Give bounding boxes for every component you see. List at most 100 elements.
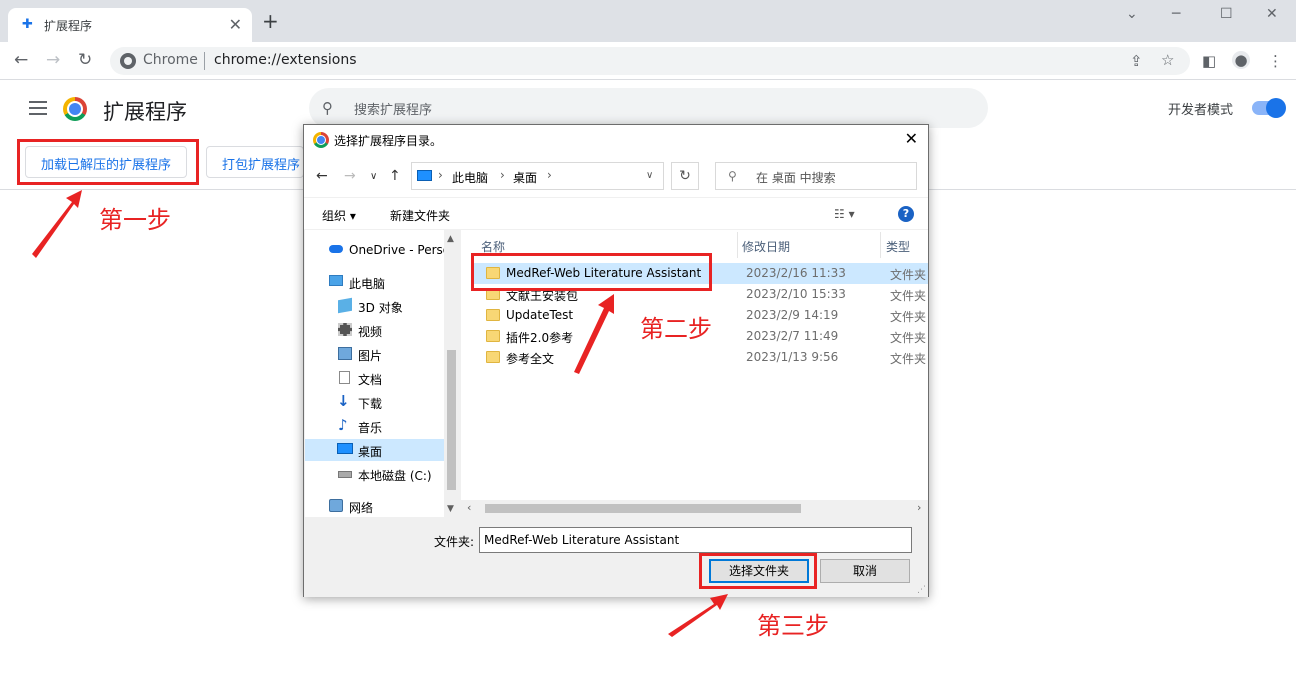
chrome-logo-icon <box>63 97 87 121</box>
file-list-horizontal-scrollbar[interactable]: ‹ › <box>461 500 928 517</box>
tab-title: 扩展程序 <box>44 19 93 33</box>
column-header-date[interactable]: 修改日期 <box>742 238 790 255</box>
forward-icon[interactable]: → <box>344 168 356 184</box>
breadcrumb-chevron-icon: › <box>547 168 552 182</box>
dialog-address-bar[interactable]: › 此电脑 › 桌面 › ∨ <box>411 162 664 190</box>
nav-item-desktop[interactable]: 桌面 <box>305 439 445 461</box>
cancel-button[interactable]: 取消 <box>820 559 910 583</box>
maximize-icon[interactable]: ☐ <box>1220 6 1233 22</box>
back-icon[interactable]: ← <box>316 168 328 184</box>
tab-strip: ✚ 扩展程序 ✕ + ⌄ ─ ☐ ✕ <box>0 0 1296 42</box>
nav-item-music[interactable]: ♪ 音乐 <box>305 415 445 437</box>
music-icon: ♪ <box>338 416 348 434</box>
address-scheme: Chrome <box>143 52 198 68</box>
puzzle-icon: ✚ <box>22 17 33 32</box>
folder-label: 文件夹: <box>434 535 475 549</box>
breadcrumb-desktop[interactable]: 桌面 <box>513 169 537 186</box>
computer-icon <box>329 275 343 286</box>
nav-item-3d-objects[interactable]: 3D 对象 <box>305 295 445 317</box>
address-dropdown-icon[interactable]: ∨ <box>646 170 653 181</box>
dialog-footer: 文件夹: 选择文件夹 取消 ⋰ <box>304 517 928 597</box>
browser-toolbar: ← → ↻ Chrome chrome://extensions ⇪ ☆ ◧ ●… <box>0 42 1296 80</box>
step3-arrow <box>668 594 728 637</box>
organize-button[interactable]: 组织 ▾ <box>322 207 356 224</box>
dialog-command-bar: 组织 ▾ 新建文件夹 ☷ ▾ ? <box>304 197 928 229</box>
tab-close-icon[interactable]: ✕ <box>229 15 242 34</box>
drive-icon <box>338 471 352 478</box>
side-panel-icon[interactable]: ◧ <box>1202 52 1216 70</box>
step2-highlight-box <box>471 253 712 291</box>
up-level-icon[interactable]: ↑ <box>389 168 401 184</box>
extensions-search-input[interactable]: ⚲ 搜索扩展程序 <box>309 88 988 128</box>
help-icon[interactable]: ? <box>898 206 914 222</box>
desktop-icon <box>337 443 353 454</box>
tab-extensions[interactable]: ✚ 扩展程序 ✕ <box>8 8 252 42</box>
search-icon: ⚲ <box>322 99 333 117</box>
breadcrumb-this-pc[interactable]: 此电脑 <box>452 169 488 186</box>
step1-highlight-box <box>17 139 199 185</box>
download-icon: ↓ <box>337 392 350 410</box>
scroll-up-icon[interactable]: ▲ <box>447 234 454 244</box>
recent-locations-icon[interactable]: ∨ <box>370 171 377 182</box>
nav-item-downloads[interactable]: ↓ 下载 <box>305 391 445 413</box>
chrome-page-icon <box>120 53 136 69</box>
share-icon[interactable]: ⇪ <box>1130 52 1143 70</box>
new-tab-button[interactable]: + <box>262 11 279 31</box>
nav-item-videos[interactable]: 视频 <box>305 319 445 341</box>
address-separator <box>204 52 205 70</box>
documents-icon <box>339 371 350 384</box>
breadcrumb-chevron-icon: › <box>500 168 505 182</box>
step2-arrow <box>574 294 614 374</box>
folder-icon <box>486 351 500 363</box>
scroll-right-icon[interactable]: › <box>917 501 921 514</box>
breadcrumb-chevron-icon: › <box>438 168 443 182</box>
nav-pane-scrollbar[interactable]: ▲ ▼ <box>444 230 459 517</box>
minimize-icon[interactable]: ─ <box>1172 6 1180 22</box>
bookmark-star-icon[interactable]: ☆ <box>1161 51 1174 69</box>
dialog-title-bar: 选择扩展程序目录。 ✕ <box>304 125 928 155</box>
dialog-search-input[interactable]: ⚲ 在 桌面 中搜索 <box>715 162 917 190</box>
refresh-button[interactable]: ↻ <box>671 162 699 190</box>
scroll-thumb[interactable] <box>485 504 801 513</box>
address-bar[interactable]: Chrome chrome://extensions ⇪ ☆ <box>110 47 1190 75</box>
view-options-icon[interactable]: ☷ ▾ <box>834 207 855 221</box>
nav-item-network[interactable]: 网络 <box>305 495 445 517</box>
back-icon[interactable]: ← <box>14 50 28 70</box>
nav-item-local-disk[interactable]: 本地磁盘 (C:) <box>305 463 445 485</box>
step1-arrow <box>32 190 82 258</box>
scroll-thumb[interactable] <box>447 350 456 490</box>
3d-objects-icon <box>338 297 352 314</box>
pack-extension-button[interactable]: 打包扩展程序 <box>206 146 304 178</box>
cloud-icon <box>329 245 343 253</box>
nav-item-onedrive[interactable]: OneDrive - Personal <box>305 239 445 261</box>
dialog-navigation-bar: ← → ∨ ↑ › 此电脑 › 桌面 › ∨ ↻ ⚲ 在 桌面 中搜索 <box>304 155 928 197</box>
computer-icon <box>417 170 432 181</box>
folder-name-input[interactable] <box>479 527 912 553</box>
nav-item-this-pc[interactable]: 此电脑 <box>305 271 445 293</box>
tab-search-icon[interactable]: ⌄ <box>1126 6 1138 22</box>
dev-mode-toggle[interactable] <box>1252 98 1286 118</box>
file-row[interactable]: 参考全文 2023/1/13 9:56 文件夹 <box>474 347 928 368</box>
dialog-close-icon[interactable]: ✕ <box>905 129 918 148</box>
nav-item-documents[interactable]: 文档 <box>305 367 445 389</box>
column-separator <box>737 232 738 258</box>
more-menu-icon[interactable]: ⋮ <box>1268 52 1283 70</box>
profile-icon[interactable]: ● <box>1232 51 1250 69</box>
step2-label: 第二步 <box>640 315 712 343</box>
column-separator <box>880 232 881 258</box>
navigation-pane: OneDrive - Personal 此电脑 3D 对象 视频 图片 文档 ↓… <box>305 230 459 517</box>
scroll-down-icon[interactable]: ▼ <box>447 504 454 514</box>
reload-icon[interactable]: ↻ <box>78 50 92 70</box>
window-close-icon[interactable]: ✕ <box>1266 6 1278 22</box>
pictures-icon <box>338 347 352 360</box>
nav-item-pictures[interactable]: 图片 <box>305 343 445 365</box>
new-folder-button[interactable]: 新建文件夹 <box>390 207 450 224</box>
column-header-type[interactable]: 类型 <box>886 238 910 255</box>
page-title: 扩展程序 <box>103 100 187 124</box>
forward-icon[interactable]: → <box>46 50 60 70</box>
hamburger-menu-icon[interactable] <box>29 101 47 115</box>
resize-grip-icon[interactable]: ⋰ <box>917 585 926 595</box>
step1-label: 第一步 <box>99 206 171 234</box>
scroll-left-icon[interactable]: ‹ <box>467 501 471 514</box>
folder-icon <box>486 309 500 321</box>
